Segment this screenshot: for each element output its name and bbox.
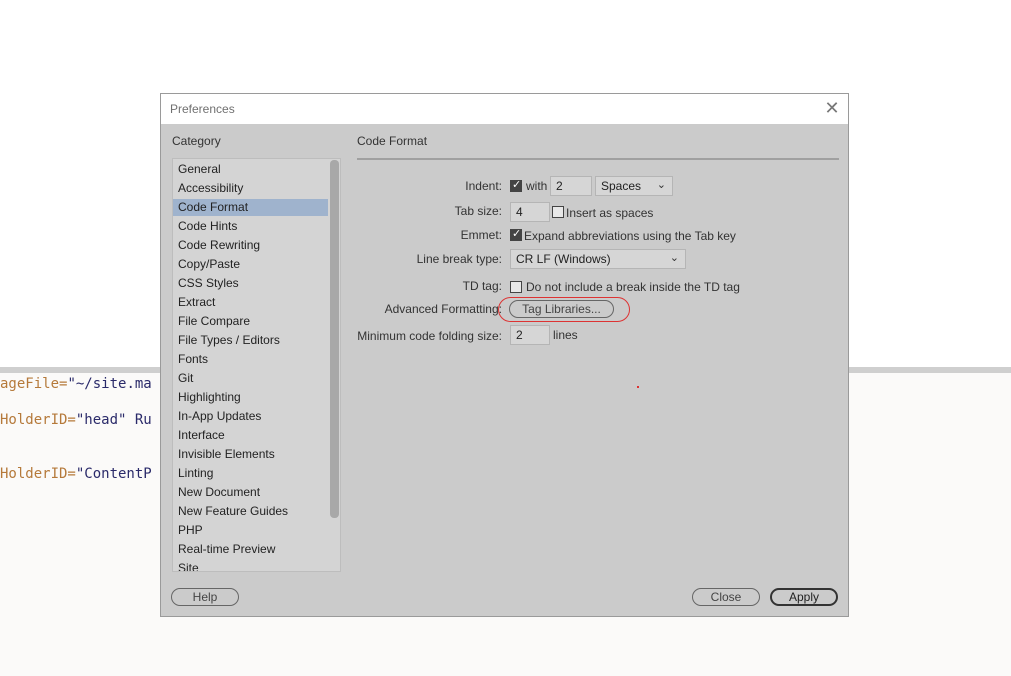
category-item-site[interactable]: Site (173, 560, 328, 571)
category-item-git[interactable]: Git (173, 370, 328, 387)
category-item-fonts[interactable]: Fonts (173, 351, 328, 368)
code-line: ageFile="~/site.ma (0, 376, 152, 392)
tab-size-input[interactable] (510, 202, 550, 222)
folding-size-label: Minimum code folding size: (357, 329, 502, 343)
emmet-label: Emmet: (460, 228, 502, 242)
highlight-annotation (498, 297, 630, 322)
category-item-new-document[interactable]: New Document (173, 484, 328, 501)
dialog-titlebar[interactable]: Preferences ✕ (161, 94, 848, 124)
line-break-value: CR LF (Windows) (516, 252, 611, 266)
category-item-code-format[interactable]: Code Format (173, 199, 328, 216)
category-item-extract[interactable]: Extract (173, 294, 328, 311)
td-tag-label: TD tag: (462, 279, 502, 293)
insert-as-spaces-checkbox[interactable] (552, 206, 564, 218)
close-button[interactable]: Close (692, 588, 760, 606)
folding-size-input[interactable] (510, 325, 550, 345)
category-item-accessibility[interactable]: Accessibility (173, 180, 328, 197)
category-item-real-time-preview[interactable]: Real-time Preview (173, 541, 328, 558)
category-item-in-app-updates[interactable]: In-App Updates (173, 408, 328, 425)
indent-checkbox[interactable] (510, 178, 522, 192)
category-item-linting[interactable]: Linting (173, 465, 328, 482)
emmet-checkbox[interactable] (510, 227, 522, 241)
category-item-highlighting[interactable]: Highlighting (173, 389, 328, 406)
category-item-copy-paste[interactable]: Copy/Paste (173, 256, 328, 273)
indent-with-label: with (526, 179, 548, 193)
code-line: HolderID="ContentP (0, 466, 152, 482)
category-item-interface[interactable]: Interface (173, 427, 328, 444)
category-item-css-styles[interactable]: CSS Styles (173, 275, 328, 292)
chevron-down-icon: ⌄ (656, 179, 666, 191)
insert-as-spaces-label: Insert as spaces (566, 206, 654, 220)
category-item-code-rewriting[interactable]: Code Rewriting (173, 237, 328, 254)
apply-button[interactable]: Apply (770, 588, 838, 606)
indent-label: Indent: (465, 179, 502, 193)
help-button[interactable]: Help (171, 588, 239, 606)
category-item-general[interactable]: General (173, 161, 328, 178)
code-line: HolderID="head" Ru (0, 412, 152, 428)
tab-size-label: Tab size: (454, 204, 502, 218)
annotation-dot (637, 386, 639, 388)
emmet-option-label: Expand abbreviations using the Tab key (524, 229, 736, 243)
td-tag-option-label: Do not include a break inside the TD tag (526, 280, 740, 294)
category-scrollbar[interactable] (330, 160, 339, 518)
indent-size-input[interactable] (550, 176, 592, 196)
category-label: Category (172, 134, 221, 148)
advanced-formatting-label: Advanced Formatting: (384, 302, 502, 316)
section-divider (357, 158, 839, 160)
indent-unit-value: Spaces (601, 179, 642, 193)
category-item-file-compare[interactable]: File Compare (173, 313, 328, 330)
line-break-label: Line break type: (416, 252, 502, 266)
folding-size-unit: lines (553, 328, 578, 342)
indent-unit-select[interactable]: Spaces ⌄ (595, 176, 673, 196)
preferences-dialog: Preferences ✕ Category General Accessibi… (160, 93, 849, 617)
category-item-php[interactable]: PHP (173, 522, 328, 539)
category-item-code-hints[interactable]: Code Hints (173, 218, 328, 235)
category-item-invisible-elements[interactable]: Invisible Elements (173, 446, 328, 463)
close-icon[interactable]: ✕ (824, 99, 840, 117)
td-tag-checkbox[interactable] (510, 281, 522, 293)
category-item-file-types[interactable]: File Types / Editors (173, 332, 328, 349)
category-list: General Accessibility Code Format Code H… (172, 158, 341, 572)
chevron-down-icon: ⌄ (669, 252, 679, 264)
dialog-title: Preferences (170, 102, 235, 116)
category-item-new-feature-guides[interactable]: New Feature Guides (173, 503, 328, 520)
section-title: Code Format (357, 134, 428, 148)
line-break-select[interactable]: CR LF (Windows) ⌄ (510, 249, 686, 269)
